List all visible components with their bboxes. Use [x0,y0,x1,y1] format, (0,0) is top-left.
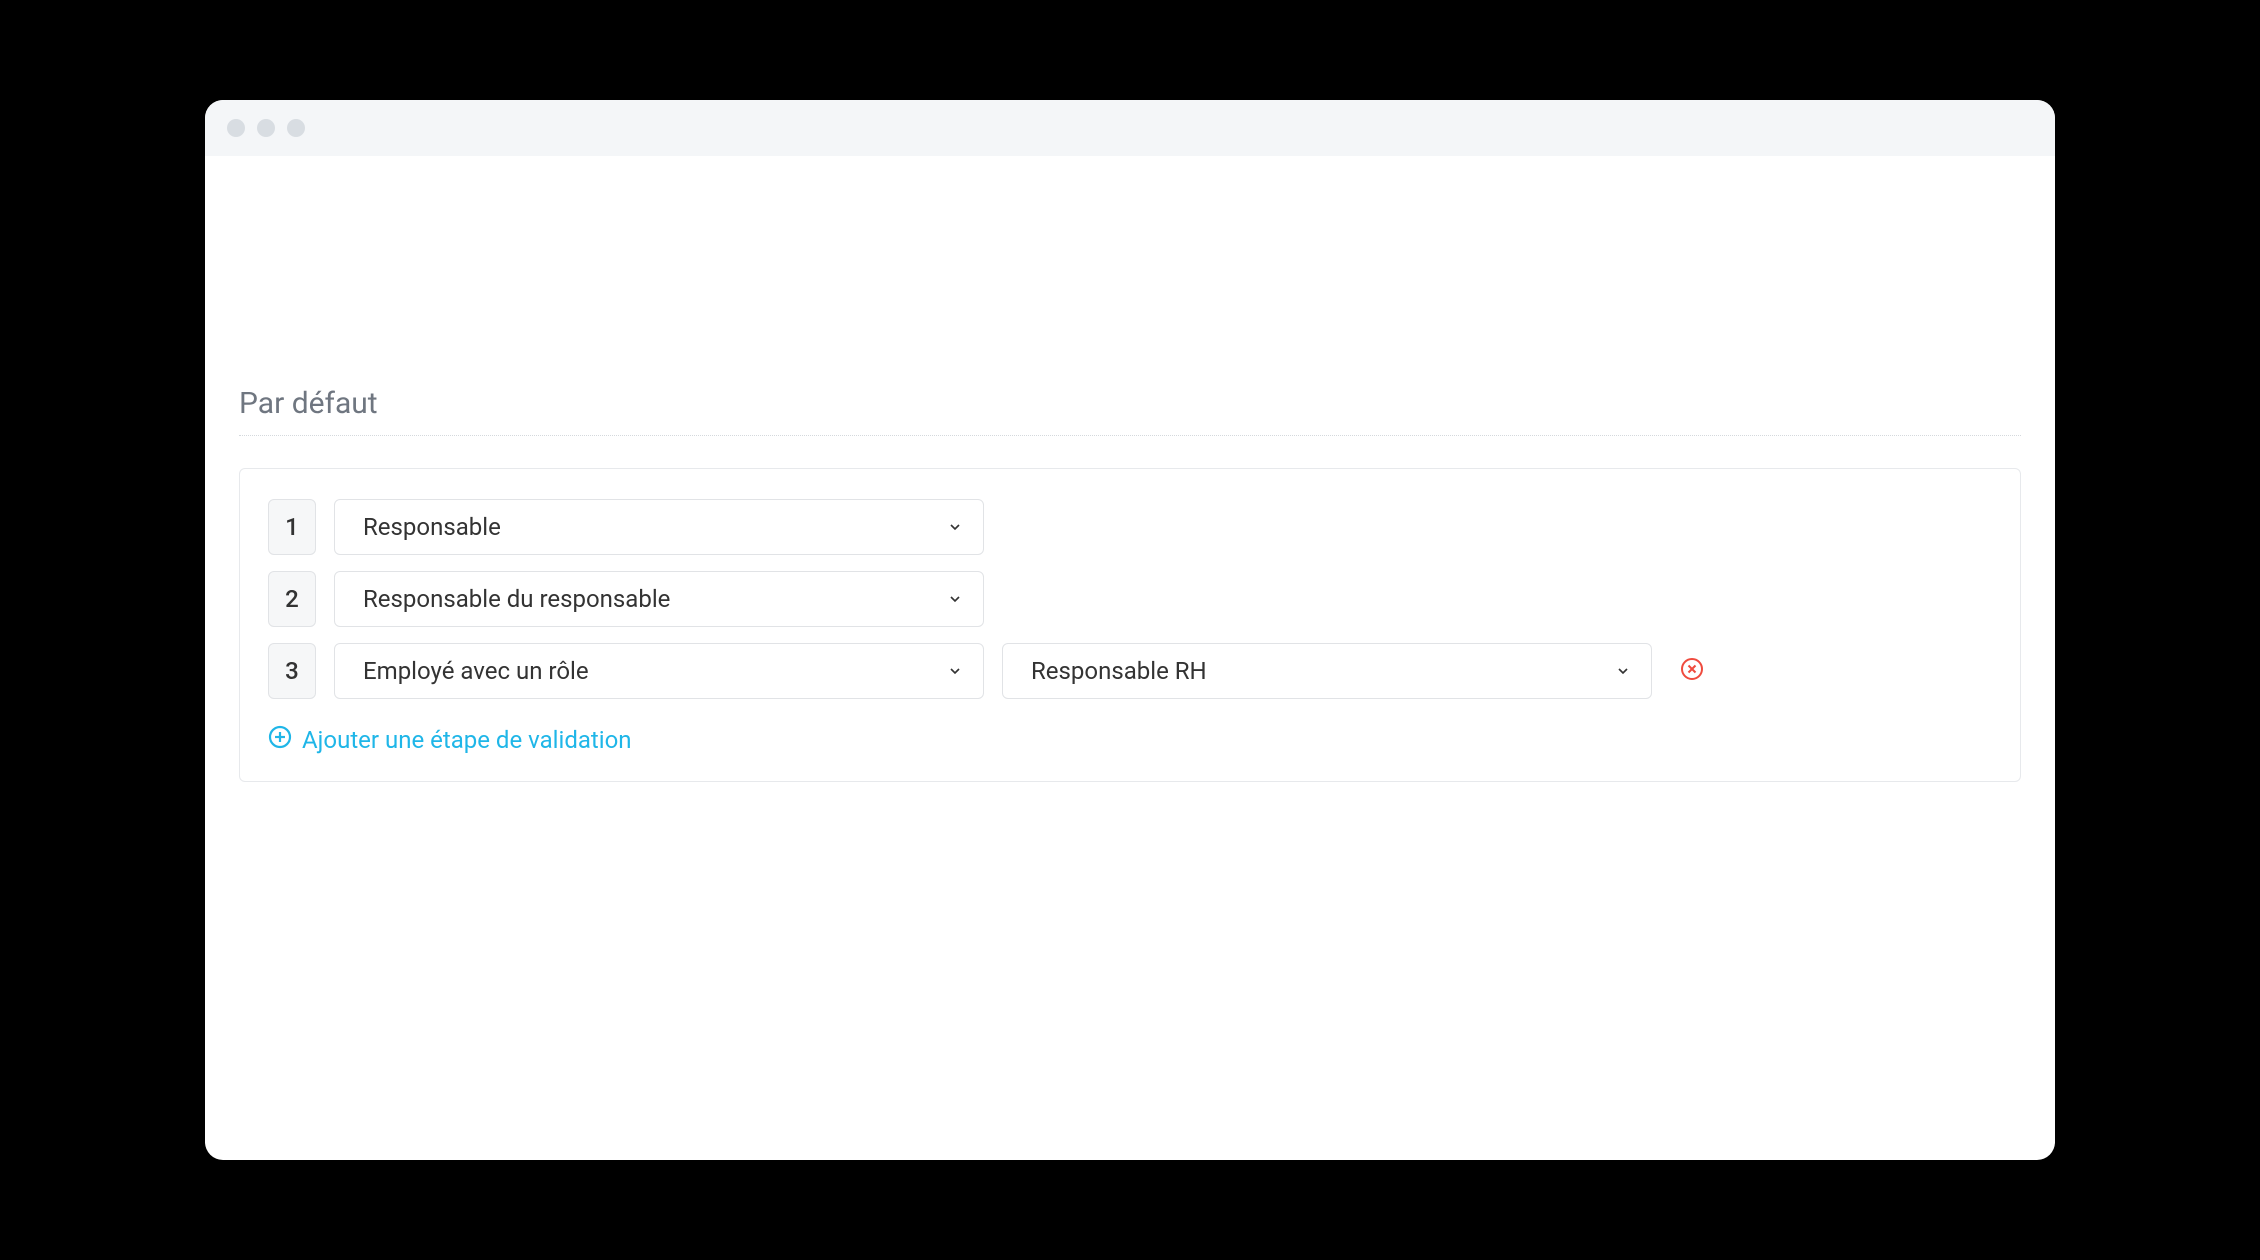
approver-select[interactable]: Employé avec un rôle [334,643,984,699]
role-select[interactable]: Responsable RH [1002,643,1652,699]
section-title: Par défaut [239,386,2021,421]
validation-step-row: 1 Responsable [268,499,1992,555]
chevron-down-icon [947,591,963,607]
approver-select[interactable]: Responsable [334,499,984,555]
app-window: Par défaut 1 Responsable 2 Responsable d… [205,100,2055,1160]
window-titlebar [205,100,2055,156]
section-divider [239,435,2021,436]
plus-circle-icon [268,725,292,755]
chevron-down-icon [947,519,963,535]
approver-select-value: Responsable du responsable [363,585,670,613]
close-circle-icon [1680,657,1704,685]
window-minimize-button[interactable] [257,119,275,137]
delete-step-button[interactable] [1678,657,1706,685]
window-maximize-button[interactable] [287,119,305,137]
approver-select[interactable]: Responsable du responsable [334,571,984,627]
approver-select-value: Responsable [363,513,501,541]
window-close-button[interactable] [227,119,245,137]
main-content: Par défaut 1 Responsable 2 Responsable d… [205,156,2055,1160]
approver-select-value: Employé avec un rôle [363,657,589,685]
add-step-label: Ajouter une étape de validation [302,726,632,754]
step-number-badge: 3 [268,643,316,699]
add-step-button[interactable]: Ajouter une étape de validation [268,725,632,755]
validation-step-row: 2 Responsable du responsable [268,571,1992,627]
role-select-value: Responsable RH [1031,657,1207,685]
chevron-down-icon [947,663,963,679]
step-number-badge: 2 [268,571,316,627]
chevron-down-icon [1615,663,1631,679]
validation-steps-panel: 1 Responsable 2 Responsable du responsab… [239,468,2021,782]
step-number-badge: 1 [268,499,316,555]
validation-step-row: 3 Employé avec un rôle Responsable RH [268,643,1992,699]
